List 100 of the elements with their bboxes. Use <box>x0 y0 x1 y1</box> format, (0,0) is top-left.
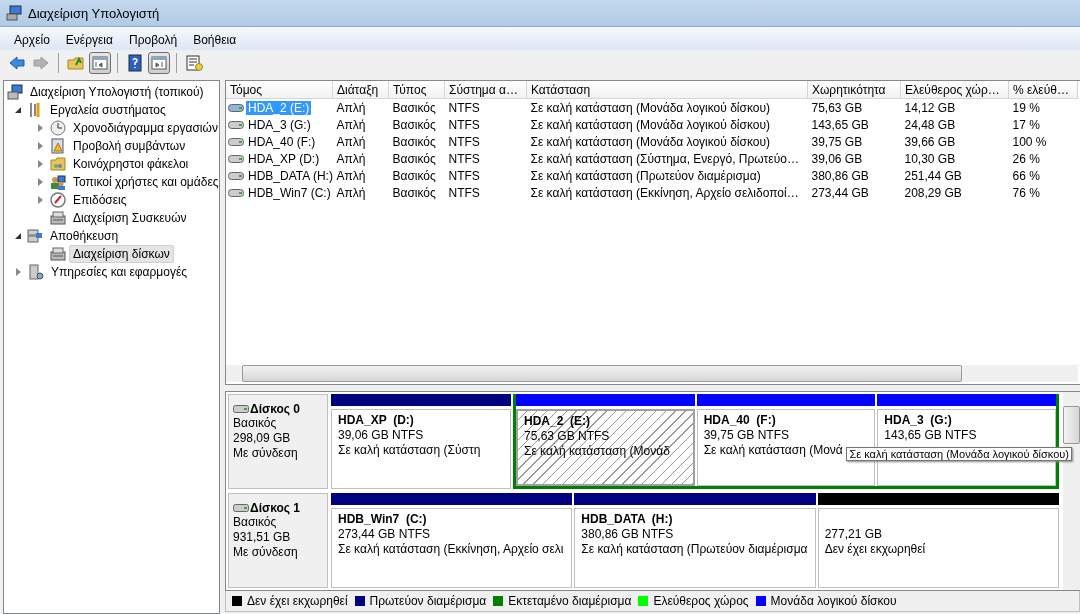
tooltip: Σε καλή κατάσταση (Μονάδα λογικού δίσκου) <box>846 447 1072 461</box>
disk-info-panel[interactable]: Δίσκος 1 Βασικός 931,51 GB Με σύνδεση <box>228 493 328 588</box>
menu-item[interactable]: Ενέργεια <box>57 30 121 47</box>
horizontal-scrollbar[interactable] <box>226 365 1078 382</box>
table-cell: 143,65 GB <box>811 117 869 132</box>
drive-icon <box>228 119 244 130</box>
tree-item[interactable]: Κοινόχρηστοι φάκελοι <box>69 155 193 173</box>
table-cell: Σε καλή κατάσταση (Εκκίνηση, Αρχείο σελιδοποί… <box>530 185 799 200</box>
partition-status: Σε καλή κατάσταση (Εκκίνηση, Αρχείο σελι <box>338 542 564 557</box>
partition-status: Σε καλή κατάσταση (Σύστη <box>338 443 481 458</box>
folder-icon <box>67 54 85 72</box>
table-cell: 273,44 GB <box>811 185 869 200</box>
disk-state: Με σύνδεση <box>233 545 299 560</box>
disk-info-panel[interactable]: Δίσκος 0 Βασικός 298,09 GB Με σύνδεση <box>228 394 328 489</box>
column-header[interactable]: % ελεύθ… <box>1008 81 1078 99</box>
partition-size: 75,63 GB NTFS <box>524 429 610 444</box>
table-cell: 39,06 GB <box>811 151 863 166</box>
partition-name: HDB_DATA (H:) <box>581 512 674 527</box>
expanded-arrow-icon[interactable] <box>15 107 21 113</box>
collapsed-arrow-icon[interactable] <box>38 178 43 186</box>
disk-title: Δίσκος 0 <box>250 401 301 416</box>
partition-name: HDA_40 (F:) <box>703 413 777 428</box>
legend-label: Πρωτεύον διαμέρισμα <box>369 594 487 608</box>
table-cell: NTFS <box>448 134 480 149</box>
disk-drive-icon <box>50 246 66 262</box>
table-cell: 14,12 GB <box>904 100 956 115</box>
volume-name[interactable]: HDB_DATA (H:) <box>246 168 335 183</box>
drive-icon <box>228 170 244 181</box>
collapsed-arrow-icon[interactable] <box>38 196 43 204</box>
tree-item[interactable]: Αποθήκευση <box>46 227 123 245</box>
tree-item[interactable]: Τοπικοί χρήστες και ομάδες <box>69 173 223 191</box>
volume-name[interactable]: HDA_XP (D:) <box>246 151 322 166</box>
legend-label: Μονάδα λογικού δίσκου <box>770 594 897 608</box>
menu-item[interactable]: Προβολή <box>120 30 186 47</box>
expanded-arrow-icon[interactable] <box>15 233 21 239</box>
clock-icon <box>50 120 66 136</box>
partition-block[interactable]: HDB_Win7 (C:) 273,44 GB NTFS Σε καλή κατάσταση (Εκκίνηση, Αρχείο σελι <box>331 508 573 588</box>
table-cell: 66 % <box>1012 168 1040 183</box>
disk-title: Δίσκος 1 <box>250 500 301 515</box>
partition-block[interactable]: HDB_DATA (H:) 380,86 GB NTFS Σε καλή κατάσταση (Πρωτεύον διαμέρισμα <box>574 508 816 588</box>
tree-item[interactable]: Επιδόσεις <box>69 191 131 209</box>
column-header[interactable]: Σύστημα α… <box>444 81 527 99</box>
back-arrow-icon <box>8 54 26 72</box>
computer-icon <box>7 84 23 100</box>
help-icon <box>126 54 144 72</box>
column-header[interactable]: Κατάσταση <box>526 81 808 99</box>
tree-item[interactable]: Διαχείριση Υπολογιστή (τοπικού) <box>26 83 208 101</box>
disk-size: 931,51 GB <box>233 530 292 545</box>
menu-item[interactable]: Βοήθεια <box>185 30 245 47</box>
menu-item[interactable]: Αρχείο <box>6 30 58 47</box>
partition-status: Σε καλή κατάσταση (Πρωτεύον διαμέρισμα <box>581 542 808 557</box>
disk-drive-icon <box>233 502 249 513</box>
disk-type: Βασικός <box>233 515 278 530</box>
volume-name[interactable]: HDB_Win7 (C:) <box>246 185 333 200</box>
tree-item[interactable]: Υπηρεσίες και εφαρμογές <box>47 263 192 281</box>
tools-icon <box>27 102 43 118</box>
column-header[interactable]: Ελεύθερος χώρ… <box>900 81 1009 99</box>
table-cell: Βασικός <box>392 185 436 200</box>
volume-name[interactable]: HDA_3 (G:) <box>246 117 313 132</box>
tree-item[interactable]: Χρονοδιάγραμμα εργασιών <box>69 119 222 137</box>
partition-name: HDA_XP (D:) <box>338 413 415 428</box>
tree-item[interactable]: Εργαλεία συστήματος <box>46 101 170 119</box>
tree-item[interactable]: Διαχείριση δίσκων <box>69 245 174 263</box>
table-cell: Απλή <box>336 168 366 183</box>
column-header[interactable]: Τύπος <box>388 81 445 99</box>
log-icon <box>50 138 66 154</box>
collapsed-arrow-icon[interactable] <box>38 124 43 132</box>
table-cell: Απλή <box>336 134 366 149</box>
table-cell: 24,48 GB <box>904 117 956 132</box>
gauge-icon <box>50 192 66 208</box>
tree-item[interactable]: Διαχείριση Συσκευών <box>69 209 191 227</box>
partition-block[interactable]: HDA_XP (D:) 39,06 GB NTFS Σε καλή κατάσταση (Σύστη <box>331 409 511 489</box>
partition-size: 39,75 GB NTFS <box>703 428 790 443</box>
volume-name[interactable]: HDA_40 (F:) <box>246 134 318 149</box>
table-cell: NTFS <box>448 151 480 166</box>
partition-block[interactable]: 277,21 GB Δεν έχει εκχωρηθεί <box>817 508 1059 588</box>
properties-icon <box>185 54 203 72</box>
table-cell: Σε καλή κατάσταση (Μονάδα λογικού δίσκου) <box>530 134 770 149</box>
table-cell: NTFS <box>448 168 480 183</box>
toolbar-button[interactable] <box>148 52 170 74</box>
table-cell: Βασικός <box>392 100 436 115</box>
collapsed-arrow-icon[interactable] <box>38 160 43 168</box>
table-cell: 39,75 GB <box>811 134 863 149</box>
table-cell: Απλή <box>336 100 366 115</box>
column-header[interactable]: Χωρητικότητα <box>807 81 901 99</box>
column-header[interactable]: Διάταξη <box>332 81 389 99</box>
column-header[interactable]: Τόμος <box>226 81 333 99</box>
table-cell: NTFS <box>448 185 480 200</box>
table-cell: Βασικός <box>392 168 436 183</box>
partition-block[interactable]: HDA_2 (E:) 75,63 GB NTFS Σε καλή κατάσταση (Μονάδ <box>516 409 695 486</box>
table-cell: 39,66 GB <box>904 134 956 149</box>
collapsed-arrow-icon[interactable] <box>16 268 21 276</box>
computer-icon <box>6 5 22 21</box>
table-cell: Βασικός <box>392 151 436 166</box>
table-cell: 380,86 GB <box>811 168 869 183</box>
partition-status: Δεν έχει εκχωρηθεί <box>824 542 926 557</box>
tree-item[interactable]: Προβολή συμβάντων <box>69 137 190 155</box>
collapsed-arrow-icon[interactable] <box>38 142 43 150</box>
toolbar-button[interactable] <box>89 52 111 74</box>
legend-label: Δεν έχει εκχωρηθεί <box>247 594 348 608</box>
